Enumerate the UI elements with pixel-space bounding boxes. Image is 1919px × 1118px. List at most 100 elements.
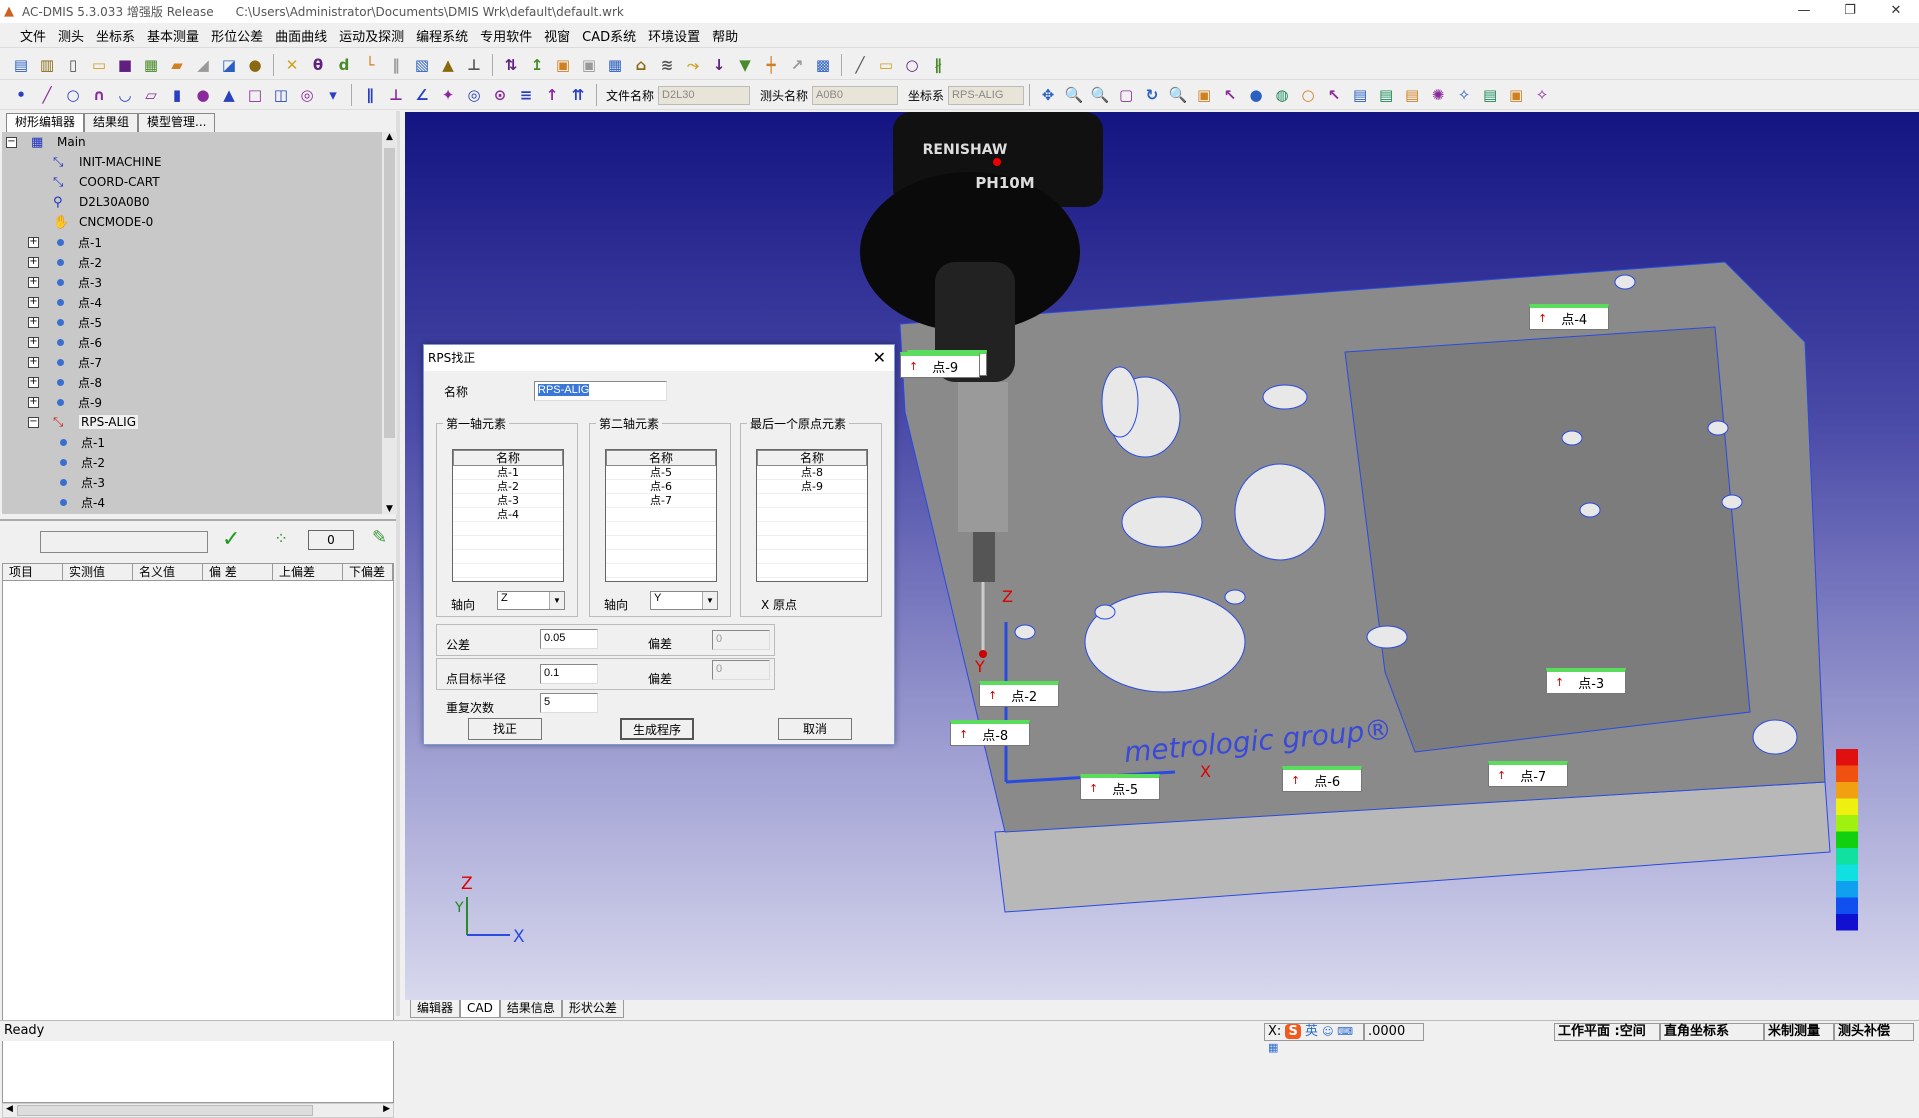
tree-item[interactable]: ⤡ INIT-MACHINE: [28, 152, 161, 172]
chevron-down-icon[interactable]: ▼: [702, 592, 717, 609]
view-tool-13-icon[interactable]: ▤: [1375, 84, 1397, 106]
view-tool-16-icon[interactable]: ✧: [1453, 84, 1475, 106]
list-header[interactable]: 名称: [757, 450, 867, 466]
view-tool-4-icon[interactable]: ↻: [1141, 84, 1163, 106]
menu-item-6[interactable]: 运动及探测: [333, 26, 410, 45]
probe-pen-icon[interactable]: ✎: [372, 527, 387, 548]
scroll-thumb[interactable]: [384, 148, 395, 438]
menu-item-2[interactable]: 坐标系: [90, 26, 141, 45]
scroll-left-icon[interactable]: ◀: [6, 1104, 13, 1114]
origin-list[interactable]: 名称 点-8 点-9: [756, 449, 868, 582]
tree-item[interactable]: ✋ CNCMODE-0: [28, 212, 153, 232]
expand-icon[interactable]: +: [28, 336, 39, 348]
toolbar1-tool-28-icon[interactable]: ↓: [708, 54, 730, 76]
menu-item-4[interactable]: 形位公差: [205, 26, 269, 45]
expand-icon[interactable]: +: [28, 376, 39, 388]
toolbar2-tool-16-icon[interactable]: ∠: [411, 84, 433, 106]
toolbar2-tool-8-icon[interactable]: ▲: [218, 84, 240, 106]
tree-item[interactable]: 点-3: [56, 472, 105, 492]
list-item[interactable]: [757, 508, 867, 522]
bottom-tab[interactable]: CAD: [460, 1000, 500, 1018]
expand-icon[interactable]: +: [28, 316, 39, 328]
toolbar1-tool-20-icon[interactable]: ⇅: [500, 54, 522, 76]
toolbar1-tool-24-icon[interactable]: ▦: [604, 54, 626, 76]
view-tool-1-icon[interactable]: 🔍: [1063, 84, 1085, 106]
menu-item-12[interactable]: 帮助: [706, 26, 744, 45]
point-label[interactable]: ↑ 点-7: [1488, 761, 1568, 787]
view-tool-7-icon[interactable]: ↖: [1219, 84, 1241, 106]
list-item[interactable]: [757, 564, 867, 578]
scroll-up-icon[interactable]: ▲: [382, 132, 397, 142]
toolbar2-tool-4-icon[interactable]: ◡: [114, 84, 136, 106]
view-tool-2-icon[interactable]: 🔍: [1089, 84, 1111, 106]
checkmark-icon[interactable]: ✓: [222, 527, 240, 552]
point-label[interactable]: ↑ 点-2: [979, 681, 1059, 707]
list-item[interactable]: [757, 536, 867, 550]
list-item[interactable]: [453, 522, 563, 536]
result-column-header[interactable]: 下偏差: [343, 564, 393, 580]
toolbar2-tool-1-icon[interactable]: ╱: [36, 84, 58, 106]
view-tool-8-icon[interactable]: ●: [1245, 84, 1267, 106]
toolbar1-tool-25-icon[interactable]: ⌂: [630, 54, 652, 76]
toolbar1-tool-14-icon[interactable]: └: [359, 54, 381, 76]
toolbar2-tool-22-icon[interactable]: ⇈: [567, 84, 589, 106]
point-label[interactable]: ↑ 点-8: [950, 720, 1030, 746]
tree-item[interactable]: + 点-7: [28, 352, 102, 372]
toolbar1-tool-34-icon[interactable]: ╱: [849, 54, 871, 76]
menu-item-1[interactable]: 测头: [52, 26, 90, 45]
chevron-down-icon[interactable]: ▼: [549, 592, 564, 609]
radius-field[interactable]: 0.1: [540, 664, 598, 684]
collapse-icon[interactable]: −: [28, 416, 39, 428]
view-tool-0-icon[interactable]: ✥: [1037, 84, 1059, 106]
view-tool-19-icon[interactable]: ✧: [1531, 84, 1553, 106]
list-item[interactable]: [757, 550, 867, 564]
file-name-field[interactable]: [658, 85, 751, 105]
list-item[interactable]: [606, 536, 716, 550]
list-item[interactable]: 点-5: [606, 466, 716, 480]
toolbar1-tool-27-icon[interactable]: ⤳: [682, 54, 704, 76]
tree-item[interactable]: + 点-3: [28, 272, 102, 292]
tree-item[interactable]: + 点-1: [28, 232, 102, 252]
result-column-header[interactable]: 偏 差: [203, 564, 273, 580]
sogou-ime-icon[interactable]: S: [1285, 1024, 1301, 1039]
list-header[interactable]: 名称: [606, 450, 716, 466]
restore-button[interactable]: ❐: [1827, 0, 1873, 23]
toolbar1-tool-2-icon[interactable]: ▯: [62, 54, 84, 76]
tree-item[interactable]: + 点-5: [28, 312, 102, 332]
expand-icon[interactable]: +: [28, 276, 39, 288]
toolbar2-tool-9-icon[interactable]: □: [244, 84, 266, 106]
probe-name-field[interactable]: [812, 85, 899, 105]
tab-model-manager[interactable]: 模型管理...: [138, 113, 216, 132]
toolbar1-tool-3-icon[interactable]: ▭: [88, 54, 110, 76]
scroll-right-icon[interactable]: ▶: [383, 1104, 390, 1114]
toolbar1-tool-1-icon[interactable]: ▥: [36, 54, 58, 76]
tree-item[interactable]: 点-1: [56, 432, 105, 452]
result-column-header[interactable]: 项目: [3, 564, 63, 580]
list-item[interactable]: 点-9: [757, 480, 867, 494]
expand-icon[interactable]: +: [28, 236, 39, 248]
bottom-tab[interactable]: 编辑器: [410, 1000, 461, 1018]
toolbar1-tool-15-icon[interactable]: ‖: [385, 54, 407, 76]
ime-language[interactable]: 英: [1305, 1024, 1318, 1039]
result-column-header[interactable]: 上偏差: [273, 564, 343, 580]
toolbar1-tool-16-icon[interactable]: ▧: [411, 54, 433, 76]
tree-scrollbar[interactable]: ▲ ▼: [382, 132, 397, 514]
toolbar1-tool-29-icon[interactable]: ▼: [734, 54, 756, 76]
toolbar1-tool-36-icon[interactable]: ○: [901, 54, 923, 76]
bottom-tab[interactable]: 形状公差: [561, 1000, 624, 1018]
list-item[interactable]: 点-6: [606, 480, 716, 494]
coord-system-field[interactable]: [948, 85, 1025, 105]
list-item[interactable]: 点-4: [453, 508, 563, 522]
toolbar2-tool-17-icon[interactable]: ✦: [437, 84, 459, 106]
repeat-field[interactable]: 5: [540, 693, 598, 713]
menu-item-8[interactable]: 专用软件: [474, 26, 538, 45]
toolbar1-tool-22-icon[interactable]: ▣: [552, 54, 574, 76]
view-tool-6-icon[interactable]: ▣: [1193, 84, 1215, 106]
toolbar1-tool-18-icon[interactable]: ⊥: [463, 54, 485, 76]
tab-tree-editor[interactable]: 树形编辑器: [6, 113, 85, 132]
view-tool-18-icon[interactable]: ▣: [1505, 84, 1527, 106]
multi-probe-icon[interactable]: ⁘: [274, 529, 288, 549]
toolbar2-tool-19-icon[interactable]: ⊙: [489, 84, 511, 106]
view-tool-12-icon[interactable]: ▤: [1349, 84, 1371, 106]
toolbar2-tool-12-icon[interactable]: ▾: [322, 84, 344, 106]
